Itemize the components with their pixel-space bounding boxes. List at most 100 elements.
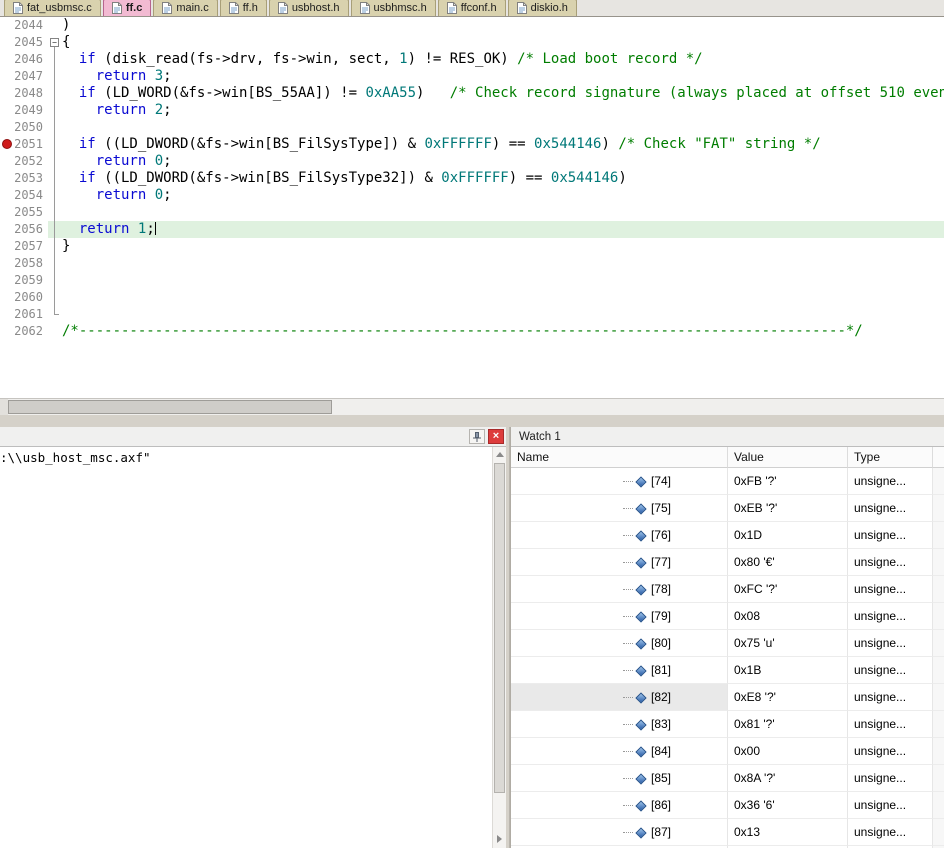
- breakpoint-margin[interactable]: [0, 272, 14, 289]
- watch-row[interactable]: [77] 0x80 '€' unsigne...: [511, 549, 944, 576]
- column-header-name[interactable]: Name: [511, 447, 728, 468]
- fold-margin[interactable]: −: [48, 34, 62, 51]
- breakpoint-margin[interactable]: [0, 238, 14, 255]
- output-vertical-scrollbar[interactable]: [492, 447, 506, 848]
- code-line[interactable]: 2058: [0, 255, 944, 272]
- editor-horizontal-scrollbar[interactable]: [0, 398, 944, 415]
- tab-ff-h[interactable]: ff.h: [219, 0, 267, 16]
- scrollbar-thumb[interactable]: [8, 400, 332, 414]
- tab-ff-c[interactable]: ff.c: [102, 0, 152, 16]
- code-text[interactable]: if (LD_WORD(&fs->win[BS_55AA]) != 0xAA55…: [62, 85, 944, 102]
- code-text[interactable]: [62, 204, 944, 221]
- watch-row[interactable]: [87] 0x13 unsigne...: [511, 819, 944, 846]
- tab-main-c[interactable]: main.c: [153, 0, 218, 16]
- code-text[interactable]: [62, 272, 944, 289]
- code-text[interactable]: return 2;: [62, 102, 944, 119]
- code-text[interactable]: [62, 306, 944, 323]
- fold-margin[interactable]: [48, 289, 62, 306]
- code-line[interactable]: 2055: [0, 204, 944, 221]
- code-line[interactable]: 2054 return 0;: [0, 187, 944, 204]
- code-line[interactable]: 2059: [0, 272, 944, 289]
- code-text[interactable]: }: [62, 238, 944, 255]
- fold-margin[interactable]: [48, 204, 62, 221]
- fold-margin[interactable]: [48, 272, 62, 289]
- breakpoint-icon[interactable]: [2, 139, 12, 149]
- tab-usbhmsc-h[interactable]: usbhmsc.h: [350, 0, 436, 16]
- fold-collapse-icon[interactable]: −: [50, 38, 59, 47]
- code-line[interactable]: 2053 if ((LD_DWORD(&fs->win[BS_FilSysTyp…: [0, 170, 944, 187]
- breakpoint-margin[interactable]: [0, 187, 14, 204]
- code-line[interactable]: 2057}: [0, 238, 944, 255]
- code-text[interactable]: if ((LD_DWORD(&fs->win[BS_FilSysType32])…: [62, 170, 944, 187]
- fold-margin[interactable]: [48, 17, 62, 34]
- breakpoint-margin[interactable]: [0, 255, 14, 272]
- column-header-value[interactable]: Value: [728, 447, 848, 468]
- code-editor[interactable]: 2044) 2045−{2046 if (disk_read(fs->drv, f…: [0, 17, 944, 398]
- code-text[interactable]: [62, 289, 944, 306]
- tab-ffconf-h[interactable]: ffconf.h: [437, 0, 506, 16]
- code-line[interactable]: 2044): [0, 17, 944, 34]
- code-line[interactable]: 2056 return 1;: [0, 221, 944, 238]
- code-text[interactable]: [62, 255, 944, 272]
- code-line[interactable]: 2048 if (LD_WORD(&fs->win[BS_55AA]) != 0…: [0, 85, 944, 102]
- breakpoint-margin[interactable]: [0, 136, 14, 153]
- breakpoint-margin[interactable]: [0, 153, 14, 170]
- code-line[interactable]: 2047 return 3;: [0, 68, 944, 85]
- code-text[interactable]: return 0;: [62, 187, 944, 204]
- watch-row[interactable]: [75] 0xEB '?' unsigne...: [511, 495, 944, 522]
- fold-margin[interactable]: [48, 187, 62, 204]
- fold-margin[interactable]: [48, 153, 62, 170]
- watch-row[interactable]: [76] 0x1D unsigne...: [511, 522, 944, 549]
- watch-row[interactable]: [86] 0x36 '6' unsigne...: [511, 792, 944, 819]
- breakpoint-margin[interactable]: [0, 170, 14, 187]
- breakpoint-margin[interactable]: [0, 34, 14, 51]
- code-text[interactable]: [62, 119, 944, 136]
- fold-margin[interactable]: [48, 238, 62, 255]
- scroll-right-button[interactable]: [493, 832, 506, 846]
- code-text[interactable]: return 3;: [62, 68, 944, 85]
- breakpoint-margin[interactable]: [0, 323, 14, 340]
- breakpoint-margin[interactable]: [0, 204, 14, 221]
- watch-row[interactable]: [74] 0xFB '?' unsigne...: [511, 468, 944, 495]
- watch-row[interactable]: [83] 0x81 '?' unsigne...: [511, 711, 944, 738]
- breakpoint-margin[interactable]: [0, 102, 14, 119]
- fold-margin[interactable]: [48, 323, 62, 340]
- breakpoint-margin[interactable]: [0, 221, 14, 238]
- code-line[interactable]: 2051 if ((LD_DWORD(&fs->win[BS_FilSysTyp…: [0, 136, 944, 153]
- tab-diskio-h[interactable]: diskio.h: [507, 0, 577, 16]
- fold-margin[interactable]: [48, 102, 62, 119]
- code-line[interactable]: 2062 /*----------------------------------…: [0, 323, 944, 340]
- fold-margin[interactable]: [48, 306, 62, 323]
- tab-usbhost-h[interactable]: usbhost.h: [268, 0, 349, 16]
- output-text[interactable]: :\\usb_host_msc.axf": [0, 447, 492, 848]
- breakpoint-margin[interactable]: [0, 68, 14, 85]
- scrollbar-left-box[interactable]: [0, 399, 8, 415]
- fold-margin[interactable]: [48, 221, 62, 238]
- breakpoint-margin[interactable]: [0, 306, 14, 323]
- watch-row[interactable]: [78] 0xFC '?' unsigne...: [511, 576, 944, 603]
- close-button[interactable]: ×: [488, 429, 504, 444]
- breakpoint-margin[interactable]: [0, 85, 14, 102]
- watch-row[interactable]: [80] 0x75 'u' unsigne...: [511, 630, 944, 657]
- code-line[interactable]: 2052 return 0;: [0, 153, 944, 170]
- code-text[interactable]: /*--------------------------------------…: [62, 323, 944, 340]
- watch-row[interactable]: [85] 0x8A '?' unsigne...: [511, 765, 944, 792]
- code-line[interactable]: 2046 if (disk_read(fs->drv, fs->win, sec…: [0, 51, 944, 68]
- fold-margin[interactable]: [48, 85, 62, 102]
- pin-button[interactable]: [469, 429, 485, 444]
- code-text[interactable]: if ((LD_DWORD(&fs->win[BS_FilSysType]) &…: [62, 136, 944, 153]
- breakpoint-margin[interactable]: [0, 289, 14, 306]
- code-text[interactable]: return 1;: [62, 221, 944, 238]
- code-line[interactable]: 2061: [0, 306, 944, 323]
- watch-row[interactable]: [82] 0xE8 '?' unsigne...: [511, 684, 944, 711]
- tab-fat_usbmsc-c[interactable]: fat_usbmsc.c: [4, 0, 101, 16]
- watch-row[interactable]: [81] 0x1B unsigne...: [511, 657, 944, 684]
- breakpoint-margin[interactable]: [0, 51, 14, 68]
- fold-margin[interactable]: [48, 68, 62, 85]
- code-line[interactable]: 2050: [0, 119, 944, 136]
- scrollbar-thumb[interactable]: [494, 463, 505, 793]
- fold-margin[interactable]: [48, 51, 62, 68]
- fold-margin[interactable]: [48, 119, 62, 136]
- code-text[interactable]: {: [62, 34, 944, 51]
- scroll-up-button[interactable]: [493, 447, 506, 461]
